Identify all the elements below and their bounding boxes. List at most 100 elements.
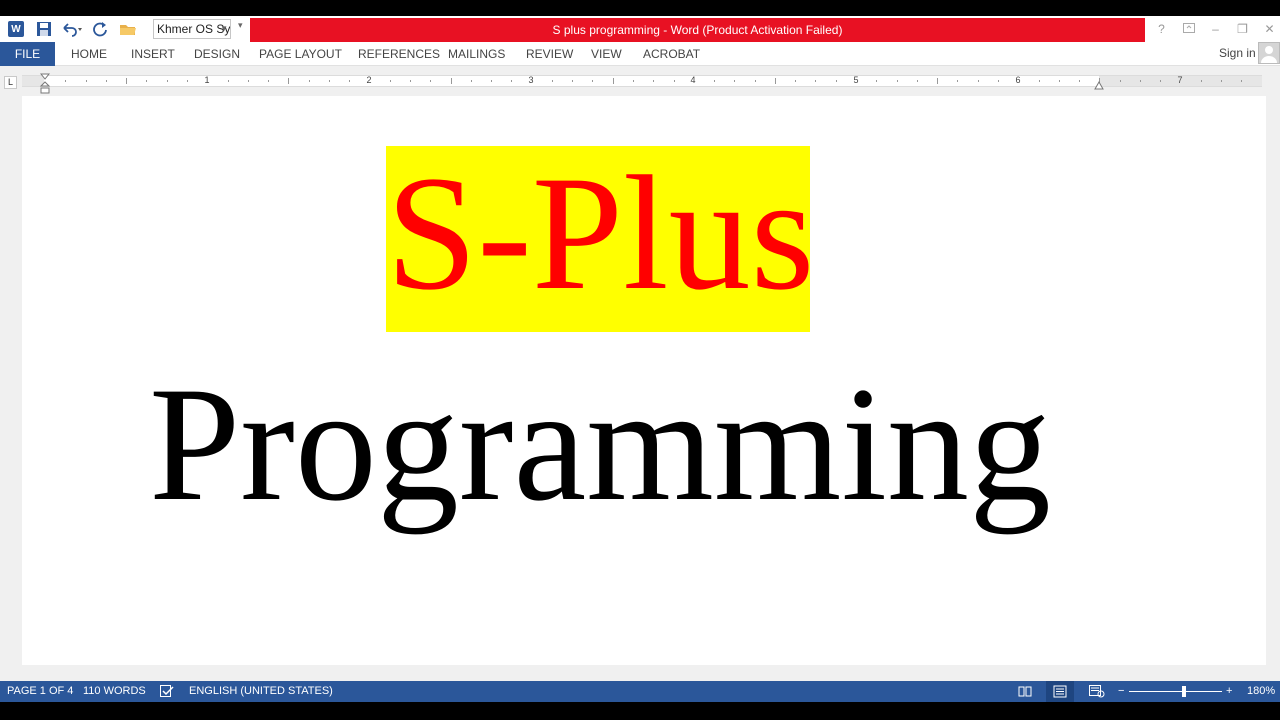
minimize-button[interactable]: – <box>1202 22 1229 36</box>
ruler-tick <box>957 80 959 82</box>
ruler-tick <box>795 80 797 82</box>
ruler-tick <box>409 80 411 82</box>
tab-selector[interactable]: L <box>4 76 17 89</box>
title-bar: W Khmer OS Sy ▼ ▾ S plus programming - W… <box>0 16 1280 42</box>
ruler-tick <box>126 78 128 84</box>
ruler-tick <box>774 78 776 84</box>
word-count[interactable]: 110 WORDS <box>83 681 146 702</box>
ruler-tick <box>673 80 675 82</box>
ruler-tick <box>389 80 391 82</box>
ruler-number: 2 <box>366 75 372 85</box>
ruler-tick <box>1079 80 1080 82</box>
tab-home[interactable]: HOME <box>71 42 107 66</box>
ruler-tick <box>105 80 107 82</box>
ruler-tick <box>734 80 736 82</box>
ribbon-display-options-icon[interactable] <box>1175 22 1202 36</box>
save-icon[interactable] <box>32 18 56 40</box>
help-button[interactable]: ? <box>1148 22 1175 36</box>
ruler-tick <box>815 80 817 82</box>
indent-marker-icon[interactable] <box>39 73 51 95</box>
ruler-tick <box>186 80 188 82</box>
close-button[interactable]: ✕ <box>1256 22 1280 36</box>
ruler-tick <box>653 80 655 82</box>
zoom-level[interactable]: 180% <box>1247 681 1275 702</box>
ruler-tick <box>450 78 452 84</box>
ruler-tick <box>308 80 310 82</box>
avatar[interactable] <box>1258 42 1280 64</box>
page-count[interactable]: PAGE 1 OF 4 <box>7 681 73 702</box>
ruler-tick <box>916 80 918 82</box>
tab-page-layout[interactable]: PAGE LAYOUT <box>259 42 342 66</box>
tab-view[interactable]: VIEW <box>591 42 622 66</box>
restore-button[interactable]: ❐ <box>1229 22 1256 36</box>
ruler-number: 4 <box>690 75 696 85</box>
redo-icon[interactable] <box>88 18 112 40</box>
ruler-tick <box>247 80 249 82</box>
sign-in-link[interactable]: Sign in <box>1219 42 1256 66</box>
ruler-tick <box>349 80 351 82</box>
letterbox-bottom <box>0 702 1280 720</box>
font-name-box[interactable]: Khmer OS Sy ▼ <box>153 19 231 39</box>
undo-icon[interactable] <box>60 18 84 40</box>
ruler-tick <box>430 80 432 82</box>
tab-acrobat[interactable]: ACROBAT <box>643 42 700 66</box>
ruler-tick <box>1241 80 1243 82</box>
ruler-number: 3 <box>528 75 534 85</box>
customize-qat-icon[interactable]: ▾ <box>238 20 243 31</box>
ruler-tick <box>146 80 148 82</box>
ruler-tick <box>754 80 756 82</box>
ruler-area: L 1 2 3 4 5 6 7 <box>0 66 1280 96</box>
ruler-tick <box>876 80 878 82</box>
print-layout-icon[interactable] <box>1046 681 1074 702</box>
proofing-icon[interactable] <box>160 685 174 698</box>
ruler-tick <box>491 80 492 82</box>
ruler-tick <box>896 80 898 82</box>
right-indent-marker-icon[interactable] <box>1094 78 1104 90</box>
ruler-tick <box>227 80 229 82</box>
horizontal-ruler[interactable]: 1 2 3 4 5 6 7 <box>22 75 1262 87</box>
tab-insert[interactable]: INSERT <box>131 42 175 66</box>
ruler-tick <box>1139 80 1141 82</box>
zoom-in-button[interactable]: + <box>1226 681 1232 702</box>
ruler-number: 5 <box>853 75 859 85</box>
ruler-number: 7 <box>1177 75 1183 85</box>
ruler-tick <box>1160 80 1162 82</box>
read-mode-icon[interactable] <box>1018 685 1032 698</box>
ruler-tick <box>1038 80 1040 82</box>
word-app-icon[interactable]: W <box>4 18 28 40</box>
chevron-down-icon[interactable]: ▼ <box>220 20 228 38</box>
tab-file[interactable]: FILE <box>0 42 55 66</box>
document-heading-splus[interactable]: S-Plus <box>386 152 814 316</box>
letterbox-top <box>0 0 1280 16</box>
ruler-tick <box>835 80 837 82</box>
ruler-tick <box>85 80 87 82</box>
ruler-tick <box>937 78 939 84</box>
document-heading-programming[interactable]: Programming <box>140 363 1060 527</box>
web-layout-icon[interactable] <box>1089 685 1105 698</box>
tab-mailings[interactable]: MAILINGS <box>448 42 505 66</box>
ribbon-tabs: FILE HOME INSERT DESIGN PAGE LAYOUT REFE… <box>0 42 1280 66</box>
ruler-tick <box>166 80 168 82</box>
ruler-tick <box>511 80 513 82</box>
zoom-out-button[interactable]: − <box>1118 681 1124 702</box>
ruler-tick <box>65 80 67 82</box>
ruler-tick <box>714 80 716 82</box>
ruler-tick <box>977 80 979 82</box>
ruler-tick <box>592 80 594 82</box>
ruler-tick <box>328 80 330 82</box>
open-folder-icon[interactable] <box>116 18 140 40</box>
ruler-tick <box>633 80 634 82</box>
zoom-slider-thumb[interactable] <box>1182 686 1186 697</box>
status-bar: PAGE 1 OF 4 110 WORDS ENGLISH (UNITED ST… <box>0 681 1280 702</box>
window-controls: ? – ❐ ✕ <box>1148 16 1280 42</box>
tab-design[interactable]: DESIGN <box>194 42 240 66</box>
ruler-tick <box>572 80 574 82</box>
tab-references[interactable]: REFERENCES <box>358 42 440 66</box>
ruler-tick <box>997 80 999 82</box>
ruler-number: 1 <box>204 75 210 85</box>
zoom-slider-track[interactable] <box>1129 691 1222 692</box>
ruler-tick <box>288 78 290 84</box>
language-indicator[interactable]: ENGLISH (UNITED STATES) <box>189 681 333 702</box>
tab-review[interactable]: REVIEW <box>526 42 573 66</box>
ruler-tick <box>1058 80 1060 82</box>
